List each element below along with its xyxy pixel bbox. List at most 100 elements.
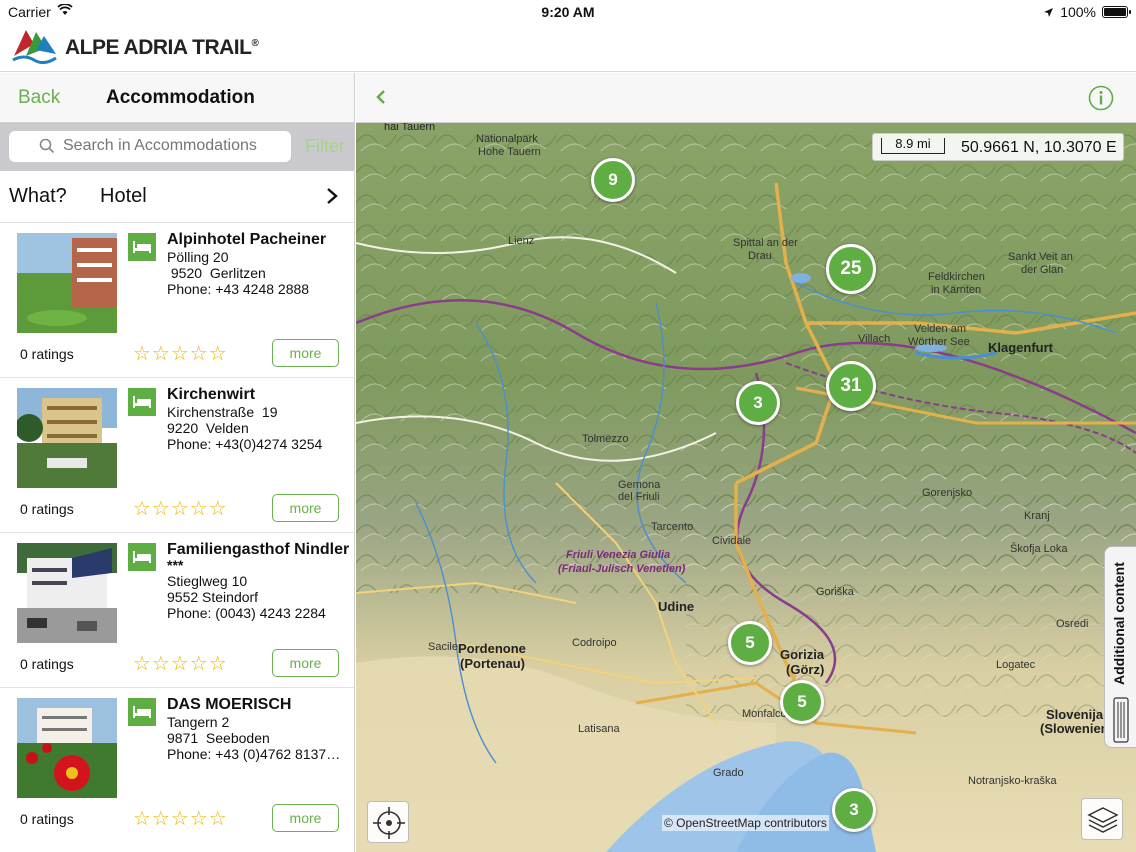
star-rating[interactable]: ☆☆☆☆☆ [133,496,228,521]
map-label: Hohe Tauern [478,146,541,158]
additional-content-label: Additional content [1111,562,1127,685]
additional-content-tab[interactable]: Additional content [1104,546,1136,748]
coordinates-readout: 50.9661 N, 10.3070 E [961,139,1117,156]
locate-me-button[interactable] [367,801,409,843]
item-phone[interactable]: Phone: +43 4248 2888 [167,281,309,297]
map-label: Gemona [618,479,661,491]
page-title: Accommodation [106,87,255,108]
map-label: Gorenjsko [922,487,973,499]
map-label: Grado [713,767,744,779]
item-name: DAS MOERISCH [167,696,292,713]
map-label: Pordenone [458,641,526,656]
map-label: Logatec [996,659,1036,671]
list-item[interactable]: Alpinhotel Pacheiner Pölling 20 9520 Ger… [0,223,354,378]
search-input[interactable] [63,135,283,157]
app-logo-text: ALPE ADRIA TRAIL® [65,36,259,59]
map-nav-bar [356,73,1136,123]
hotel-photo [17,543,117,643]
item-city: 9220 Velden [167,420,249,436]
map-scale-coords: 8.9 mi 50.9661 N, 10.3070 E [872,133,1124,161]
map-label: (Portenau) [460,656,525,671]
bed-icon [128,388,156,416]
nav-bar: Back Accommodation [0,73,354,123]
map-label: Gorizia [780,647,825,662]
bed-icon [128,543,156,571]
item-phone[interactable]: Phone: +43 (0)4762 8137… [167,746,340,762]
bed-icon [128,698,156,726]
map-cluster-marker[interactable]: 3 [832,788,876,832]
more-button[interactable]: more [272,804,339,832]
map-label: Sacile [428,641,458,653]
chevron-left-icon[interactable] [374,87,388,107]
ratings-count: 0 ratings [20,811,74,827]
bed-icon [128,233,156,261]
map-label: Sankt Veit an [1008,251,1073,263]
search-field[interactable] [9,131,291,162]
list-item[interactable]: DAS MOERISCH Tangern 2 9871 Seeboden Pho… [0,688,354,843]
map-label: Lienz [508,235,535,247]
category-selector[interactable]: What? Hotel [0,171,354,223]
drag-handle-icon [1113,697,1129,743]
map-label: Škofja Loka [1010,543,1068,555]
more-button[interactable]: more [272,494,339,522]
list-item[interactable]: Kirchenwirt Kirchenstraße 19 9220 Velden… [0,378,354,533]
hotel-photo [17,388,117,488]
item-stars-text: *** [167,557,184,573]
more-button[interactable]: more [272,649,339,677]
map-label: Spittal an der [733,237,798,249]
logo-mountain-icon [12,30,57,65]
search-icon [39,138,55,154]
map-cluster-marker[interactable]: 31 [826,361,876,411]
hotel-photo [17,698,117,798]
map-cluster-marker[interactable]: 5 [780,680,824,724]
map-label: Slovenija [1046,707,1104,722]
map-layers-button[interactable] [1081,798,1123,840]
map-label: Tarcento [651,521,694,533]
map-attribution[interactable]: © OpenStreetMap contributors [662,815,829,831]
star-rating[interactable]: ☆☆☆☆☆ [133,806,228,831]
map-view[interactable]: hai Tauern Nationalpark Hohe Tauern Spit… [356,123,1136,852]
layers-icon [1087,807,1119,833]
item-street: Stieglweg 10 [167,573,248,589]
map-label: Friuli Venezia Giulia [566,549,671,561]
map-label: Tolmezzo [582,433,629,445]
map-label: Feldkirchen [928,271,985,283]
scale-bar: 8.9 mi [881,137,945,154]
map-cluster-marker[interactable]: 25 [826,244,876,294]
map-label: Goriška [816,586,854,598]
filter-button[interactable]: Filter [305,136,345,157]
map-terrain [356,123,1136,852]
map-label: Nationalpark [476,133,538,145]
map-label: Codroipo [572,637,617,649]
info-icon[interactable] [1088,85,1114,111]
item-street: Pölling 20 [167,249,229,265]
list-item[interactable]: Familiengasthof Nindler *** Stieglweg 10… [0,533,354,688]
item-city: 9552 Steindorf [167,589,259,605]
status-bar: Carrier 9:20 AM 100% [0,0,1136,24]
map-label: del Friuli [618,491,660,503]
map-label: (Friaul-Julisch Venetien) [558,563,686,575]
category-value: Hotel [100,185,147,207]
ratings-count: 0 ratings [20,501,74,517]
star-rating[interactable]: ☆☆☆☆☆ [133,651,228,676]
item-phone[interactable]: Phone: (0043) 4243 2284 [167,605,326,621]
map-cluster-marker[interactable]: 5 [728,621,772,665]
item-city: 9520 Gerlitzen [167,265,266,281]
map-label: (Slowenien) [1040,721,1113,736]
back-button[interactable]: Back [18,87,60,109]
clock: 9:20 AM [541,4,595,20]
item-name: Familiengasthof Nindler [167,541,350,558]
item-phone[interactable]: Phone: +43(0)4274 3254 [167,436,322,452]
map-label: Klagenfurt [988,340,1053,355]
item-street: Tangern 2 [167,714,230,730]
accommodation-panel: Back Accommodation Filter What? Hotel Al… [0,73,355,852]
star-rating[interactable]: ☆☆☆☆☆ [133,341,228,366]
app-header: ALPE ADRIA TRAIL® [0,24,1136,72]
more-button[interactable]: more [272,339,339,367]
ratings-count: 0 ratings [20,656,74,672]
chevron-right-icon [327,188,338,204]
map-label: Velden am [914,323,966,335]
map-cluster-marker[interactable]: 3 [736,381,780,425]
map-cluster-marker[interactable]: 9 [591,158,635,202]
category-label: What? [9,185,67,207]
